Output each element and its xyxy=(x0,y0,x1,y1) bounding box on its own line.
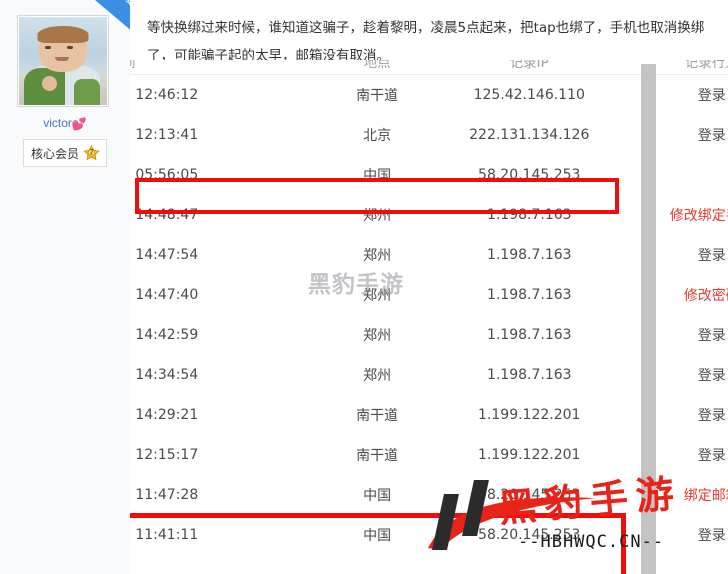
table-row: 4 11:41:11 中国 58.20.145.253 登录 xyxy=(130,515,728,555)
cell-time: 4 14:47:40 xyxy=(130,287,199,303)
avatar-image xyxy=(19,17,107,105)
table-body: 5 12:46:12 南干道 125.42.146.110 登录 5 12:13… xyxy=(130,75,728,556)
cell-ip: 1.198.7.163 xyxy=(486,247,572,263)
table-row: 4 12:15:17 南干道 1.199.122.201 登录 xyxy=(130,435,728,475)
cell-ip: 125.42.146.110 xyxy=(473,87,585,103)
cell-location: 郑州 xyxy=(363,328,392,344)
cell-time: 4 12:15:17 xyxy=(130,447,199,463)
username-text: victor xyxy=(43,116,72,130)
post-content-column: 等快换绑过来时候，谁知道这骗子，趁着黎明，凌晨5点起来，把tap也绑了，手机也取… xyxy=(130,0,728,574)
column-header-ip: 记录IP xyxy=(432,60,626,75)
cell-ip: 222.131.134.126 xyxy=(469,127,590,143)
cell-time: 4 14:34:54 xyxy=(130,367,199,383)
cell-location: 南干道 xyxy=(356,448,399,464)
cell-ip: 1.199.122.201 xyxy=(478,407,581,423)
cell-time: 4 14:29:21 xyxy=(130,407,199,423)
cell-time: 5 12:13:41 xyxy=(130,127,199,143)
embedded-scrollbar[interactable] xyxy=(641,64,656,574)
username[interactable]: victor💕 xyxy=(0,116,130,130)
cell-location: 中国 xyxy=(363,168,392,184)
avatar[interactable] xyxy=(17,15,109,107)
table-row: 5 12:13:41 北京 222.131.134.126 登录 xyxy=(130,115,728,155)
account-record-table: 间 地点 记录IP 记录行为 5 12:46:12 南干道 125.42.146… xyxy=(130,60,728,555)
cell-location: 中国 xyxy=(363,488,392,504)
member-badge: 核心会员 7 xyxy=(23,139,107,167)
cell-time: 4 11:47:28 xyxy=(130,487,199,503)
member-level: 7 xyxy=(89,147,94,157)
cell-location: 郑州 xyxy=(363,248,392,264)
scrollbar-thumb[interactable] xyxy=(641,64,656,574)
cell-time: 4 14:48:47 xyxy=(130,207,199,223)
column-header-time: 间 xyxy=(130,60,322,75)
table-row: 4 14:42:59 郑州 1.198.7.163 登录 xyxy=(130,315,728,355)
cell-ip: 58.20.145.253 xyxy=(478,487,581,503)
cell-ip: 1.198.7.163 xyxy=(486,327,572,343)
forum-post: 楼主 victor💕 核心会员 7 等快换绑过来时候，谁知道这骗子，趁着黎明，凌… xyxy=(0,0,728,574)
cell-location: 北京 xyxy=(363,128,392,144)
member-badge-label: 核心会员 xyxy=(31,146,80,161)
table-header-row: 间 地点 记录IP 记录行为 xyxy=(130,60,728,75)
table-row: 5 12:46:12 南干道 125.42.146.110 登录 xyxy=(130,75,728,116)
cell-ip: 1.198.7.163 xyxy=(486,207,572,223)
cell-location: 郑州 xyxy=(363,208,392,224)
cell-location: 郑州 xyxy=(363,368,392,384)
cell-ip: 1.198.7.163 xyxy=(486,367,572,383)
cell-location: 中国 xyxy=(363,528,392,544)
cell-time: 4 11:41:11 xyxy=(130,527,199,543)
cell-ip: 1.199.122.201 xyxy=(478,447,581,463)
embedded-screenshot: 间 地点 记录IP 记录行为 5 12:46:12 南干道 125.42.146… xyxy=(130,60,728,574)
table-row: 4 14:48:47 郑州 1.198.7.163 修改绑定手机 xyxy=(130,195,728,235)
avatar-wrapper: 楼主 xyxy=(17,0,147,107)
cell-ip: 1.198.7.163 xyxy=(486,287,572,303)
cell-time: 4 14:42:59 xyxy=(130,327,199,343)
cell-time: 4 14:47:54 xyxy=(130,247,199,263)
cell-ip: 58.20.145.253 xyxy=(478,527,581,543)
table-row: 4 14:29:21 南干道 1.199.122.201 登录 xyxy=(130,395,728,435)
cell-time: 5 05:56:05 xyxy=(130,167,199,183)
cell-location: 郑州 xyxy=(363,288,392,304)
post-user-column: 楼主 victor💕 核心会员 7 xyxy=(0,0,147,574)
cell-ip: 58.20.145.253 xyxy=(478,167,581,183)
heart-icon: 💕 xyxy=(71,117,87,131)
table-row: 4 14:34:54 郑州 1.198.7.163 登录 xyxy=(130,355,728,395)
table-row: 5 05:56:05 中国 58.20.145.253 xyxy=(130,155,728,195)
table-row: 4 11:47:28 中国 58.20.145.253 绑定邮箱 xyxy=(130,475,728,515)
table-header: 间 地点 记录IP 记录行为 xyxy=(130,60,728,75)
star-badge-icon: 7 xyxy=(83,144,100,162)
column-header-location: 地点 xyxy=(321,60,433,75)
cell-location: 南干道 xyxy=(356,88,399,104)
cell-location: 南干道 xyxy=(356,408,399,424)
table-row: 4 14:47:54 郑州 1.198.7.163 登录 xyxy=(130,235,728,275)
cell-time: 5 12:46:12 xyxy=(130,87,199,103)
table-row: 4 14:47:40 郑州 1.198.7.163 修改密码 xyxy=(130,275,728,315)
